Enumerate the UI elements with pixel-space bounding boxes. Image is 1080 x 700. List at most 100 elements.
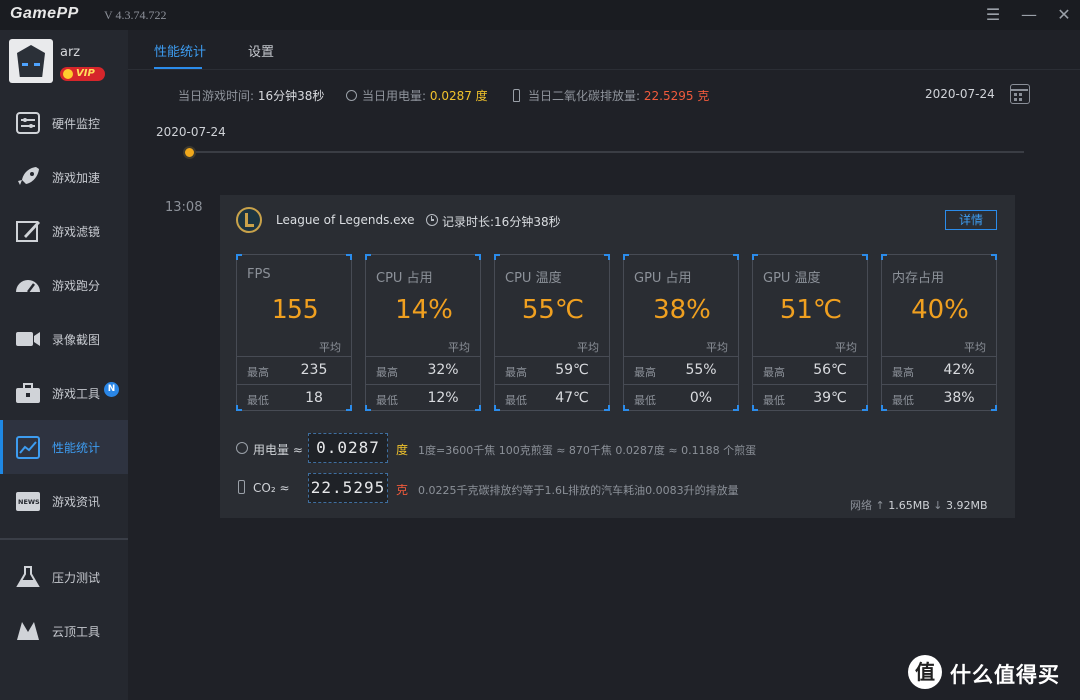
session-card: League of Legends.exe 记录时长:16分钟38秒 详情 FP… <box>220 195 1015 518</box>
metric-min-row: 最低 12% <box>366 384 480 412</box>
user-profile[interactable]: arz VIP <box>0 30 128 92</box>
metric-fps: FPS 155 平均 最高 235 最低 18 <box>236 254 352 411</box>
metric-cpu-temperature: CPU 温度 55℃ 平均 最高 59℃ 最低 47℃ <box>494 254 610 411</box>
max-label: 最高 <box>505 366 527 379</box>
sidebar-divider <box>0 538 128 540</box>
app-logo: GamePP <box>10 5 79 22</box>
max-value: 59℃ <box>555 362 589 378</box>
metric-title: FPS <box>247 267 271 282</box>
sidebar-item-label: 录像截图 <box>52 333 101 347</box>
power-label: 当日用电量: <box>362 89 427 103</box>
min-label: 最低 <box>505 394 527 407</box>
power-lcd-value: 0.0287 <box>308 433 388 463</box>
sidebar-item-label: 游戏滤镜 <box>52 225 101 239</box>
metric-average-label: 平均 <box>706 341 728 354</box>
avatar-eye-left <box>22 63 28 66</box>
sidebar-item-game-filter[interactable]: 游戏滤镜 <box>0 204 128 258</box>
metric-average-label: 平均 <box>319 341 341 354</box>
sidebar-item-hardware-monitor[interactable]: 硬件监控 <box>0 96 128 150</box>
min-label: 最低 <box>376 394 398 407</box>
metric-max-row: 最高 56℃ <box>753 356 867 384</box>
username: arz <box>60 45 81 60</box>
app-version: V 4.3.74.722 <box>104 8 167 22</box>
sidebar-item-performance-stats[interactable]: 性能统计 <box>0 420 128 474</box>
metric-average-value: 38% <box>653 295 711 325</box>
timeline-marker[interactable] <box>183 146 196 159</box>
hardware-monitor-icon <box>16 112 40 134</box>
power-eq-label: 用电量 ≈ <box>253 443 303 457</box>
metric-min-row: 最低 39℃ <box>753 384 867 412</box>
min-value: 38% <box>943 390 975 406</box>
min-value: 12% <box>427 390 459 406</box>
sidebar-item-game-boost[interactable]: 游戏加速 <box>0 150 128 204</box>
tabs-divider <box>128 69 1080 70</box>
min-value: 18 <box>305 390 323 406</box>
sidebar: arz VIP 硬件监控 游戏加速 游戏滤镜 游戏跑分 录像截图 游戏工具 N … <box>0 30 128 700</box>
metric-average-label: 平均 <box>964 341 986 354</box>
metric-average-value: 55℃ <box>521 295 585 325</box>
daily-co2: 当日二氧化碳排放量: 22.5295 克 <box>513 87 709 104</box>
watermark-logo: 值 <box>908 655 942 689</box>
daily-power: 当日用电量: 0.0287 度 <box>346 87 488 104</box>
sidebar-item-recording[interactable]: 录像截图 <box>0 312 128 366</box>
network-label: 网络 <box>850 499 872 512</box>
timeline-track[interactable] <box>190 151 1024 153</box>
metric-title: GPU 占用 <box>634 271 692 286</box>
metric-title: 内存占用 <box>892 271 945 286</box>
co2-lcd-value: 22.5295 <box>308 473 388 503</box>
co2-unit: 克 <box>396 483 409 497</box>
minimize-icon[interactable]: — <box>1017 4 1041 26</box>
details-button[interactable]: 详情 <box>945 210 997 230</box>
sidebar-item-label: 硬件监控 <box>52 117 101 131</box>
menu-icon[interactable]: ☰ <box>981 4 1005 26</box>
avatar[interactable] <box>9 39 53 83</box>
game-name: League of Legends.exe <box>276 213 415 227</box>
metric-min-row: 最低 38% <box>882 384 996 412</box>
chart-icon <box>16 436 40 459</box>
co2-eq-label: CO₂ ≈ <box>253 481 290 495</box>
tab-settings[interactable]: 设置 <box>248 41 274 60</box>
power-unit: 度 <box>396 443 409 457</box>
max-value: 56℃ <box>813 362 847 378</box>
new-badge: N <box>104 382 119 397</box>
daily-playtime: 当日游戏时间: 16分钟38秒 <box>178 87 324 104</box>
metric-average-label: 平均 <box>577 341 599 354</box>
avatar-eye-right <box>34 63 40 66</box>
max-label: 最高 <box>634 366 656 379</box>
sidebar-item-game-news[interactable]: NEWS 游戏资讯 <box>0 474 128 528</box>
co2-value: 22.5295 克 <box>643 89 710 103</box>
min-label: 最低 <box>634 394 656 407</box>
sidebar-item-label: 性能统计 <box>52 441 101 455</box>
metric-max-row: 最高 55% <box>624 356 738 384</box>
clock-icon <box>426 214 438 226</box>
watermark-text: 什么值得买 <box>950 663 1060 687</box>
power-icon <box>236 442 248 454</box>
tab-performance-stats[interactable]: 性能统计 <box>154 41 206 60</box>
svg-text:NEWS: NEWS <box>18 498 40 506</box>
playtime-value: 16分钟38秒 <box>257 89 325 103</box>
power-icon <box>346 90 357 101</box>
max-value: 42% <box>943 362 975 378</box>
power-value: 0.0287 度 <box>429 89 488 103</box>
max-label: 最高 <box>892 366 914 379</box>
co2-description: 0.0225千克碳排放约等于1.6L排放的汽车耗油0.0083升的排放量 <box>418 484 739 497</box>
min-value: 39℃ <box>813 390 847 406</box>
min-value: 0% <box>689 390 713 406</box>
vip-label: VIP <box>76 68 95 79</box>
sidebar-item-game-tools[interactable]: 游戏工具 N <box>0 366 128 420</box>
metric-average-value: 40% <box>911 295 969 325</box>
close-icon[interactable]: ✕ <box>1052 4 1076 26</box>
sidebar-item-benchmark[interactable]: 游戏跑分 <box>0 258 128 312</box>
metric-gpu-usage: GPU 占用 38% 平均 最高 55% 最低 0% <box>623 254 739 411</box>
calendar-icon[interactable] <box>1010 84 1030 104</box>
co2-icon <box>238 480 245 494</box>
sidebar-item-tft-tools[interactable]: 云顶工具 <box>0 604 128 658</box>
filter-icon <box>16 221 40 242</box>
tft-icon <box>17 622 39 640</box>
max-label: 最高 <box>247 366 269 379</box>
min-label: 最低 <box>763 394 785 407</box>
metric-cpu-usage: CPU 占用 14% 平均 最高 32% 最低 12% <box>365 254 481 411</box>
sidebar-item-stress-test[interactable]: 压力测试 <box>0 550 128 604</box>
metric-min-row: 最低 0% <box>624 384 738 412</box>
sidebar-item-label: 游戏工具 <box>52 387 101 401</box>
